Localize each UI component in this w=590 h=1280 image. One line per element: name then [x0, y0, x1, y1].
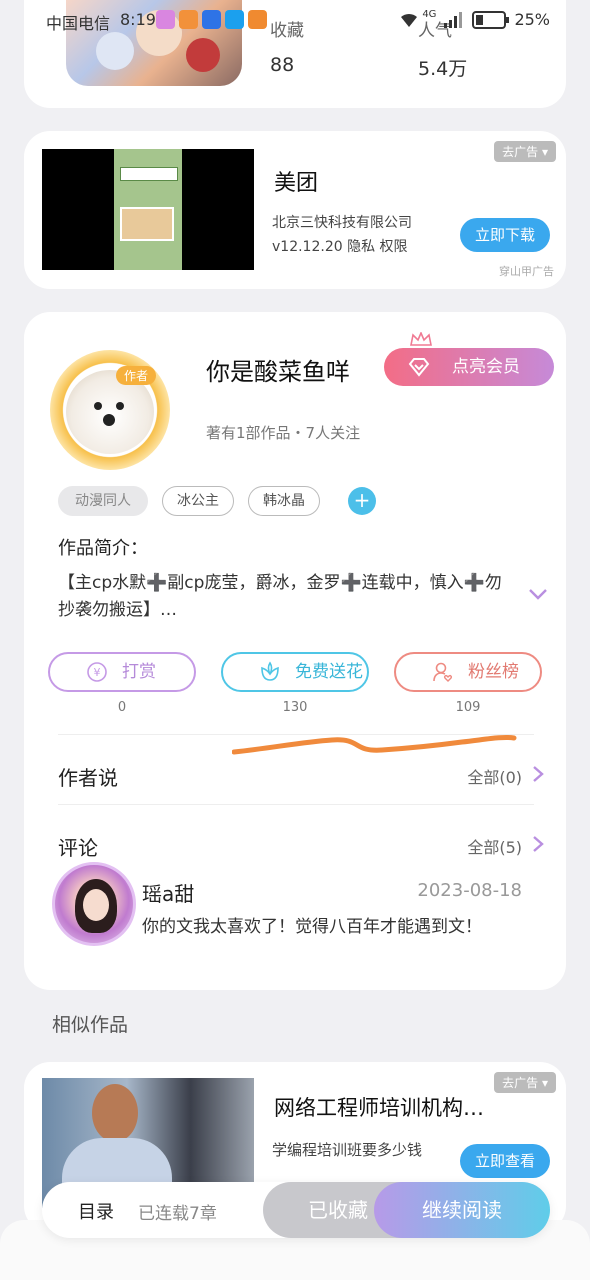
- ad-meta[interactable]: v12.12.20 隐私 权限: [272, 237, 408, 257]
- fan-ranking-button[interactable]: 粉丝榜: [394, 652, 542, 692]
- search-app-icon: [225, 10, 244, 29]
- divider: [58, 804, 534, 805]
- commenter-name[interactable]: 瑶a甜: [142, 878, 194, 907]
- ad-subtitle: 学编程培训班要多少钱: [272, 1141, 423, 1159]
- chapter-count: 已连载7章: [138, 1204, 217, 1224]
- ad-title: 美团: [274, 171, 319, 196]
- ad-title: 网络工程师培训机构…: [274, 1096, 484, 1120]
- similar-works-title: 相似作品: [52, 1014, 129, 1036]
- chevron-right-icon[interactable]: [532, 765, 544, 783]
- vip-button-label: 点亮会员: [452, 357, 520, 377]
- toc-button[interactable]: 目录: [78, 1198, 114, 1224]
- play-app-icon: [248, 10, 267, 29]
- intro-text[interactable]: 【主cp水默➕副cp庞莹，爵冰，金罗➕连载中，慎入➕勿抄袭勿搬运】…: [58, 570, 508, 624]
- comments-all-link[interactable]: 全部(5): [467, 834, 522, 858]
- author-avatar[interactable]: 作者: [50, 350, 170, 470]
- download-button[interactable]: 立即下载: [460, 218, 550, 252]
- author-says-title: 作者说: [58, 766, 118, 790]
- comments-title: 评论: [58, 836, 98, 860]
- author-meta: 著有1部作品・7人关注: [206, 424, 361, 442]
- user-heart-icon: [433, 662, 453, 682]
- tag-item[interactable]: 韩冰晶: [248, 486, 320, 516]
- network-type: 4G: [422, 9, 437, 20]
- ad-source-label: 穿山甲广告: [499, 265, 554, 278]
- send-flower-button[interactable]: 免费送花: [221, 652, 369, 692]
- remove-ad-button[interactable]: 去广告 ▾: [494, 141, 556, 162]
- ad-card[interactable]: 去广告 ▾ 美团 北京三快科技有限公司 v12.12.20 隐私 权限 立即下载…: [24, 131, 566, 289]
- vip-button[interactable]: 点亮会员: [384, 348, 554, 386]
- clock: 8:19: [120, 10, 156, 29]
- status-right: 4G 25%: [398, 9, 550, 29]
- reward-label: 打赏: [122, 662, 156, 682]
- app-notification-icon: [202, 10, 221, 29]
- author-says-all-link[interactable]: 全部(0): [467, 764, 522, 788]
- coin-icon: ¥: [87, 662, 107, 682]
- fan-ranking-label: 粉丝榜: [468, 662, 519, 682]
- author-name: 你是酸菜鱼咩: [206, 358, 350, 386]
- tag-item[interactable]: 动漫同人: [58, 486, 148, 516]
- status-bar: 中国电信 8:19 4G 25%: [0, 0, 590, 44]
- tag-list: 动漫同人 冰公主 韩冰晶 +: [58, 486, 376, 516]
- ad-company: 北京三快科技有限公司: [272, 215, 412, 231]
- author-badge: 作者: [116, 366, 157, 385]
- author-card: 作者 你是酸菜鱼咩 著有1部作品・7人关注 点亮会员 动漫同人 冰公主 韩冰晶 …: [24, 312, 566, 990]
- continue-reading-button[interactable]: 继续阅读: [374, 1182, 550, 1238]
- flower-count: 130: [282, 700, 308, 715]
- diamond-icon: [408, 358, 430, 377]
- comment-text[interactable]: 你的文我太喜欢了！觉得八百年才能遇到文！: [142, 914, 502, 940]
- signal-icon: [444, 11, 463, 28]
- reward-button[interactable]: ¥ 打赏: [48, 652, 196, 692]
- crown-icon: [410, 332, 432, 346]
- add-tag-button[interactable]: +: [348, 487, 376, 515]
- intro-label: 作品简介：: [58, 538, 148, 559]
- comment-date: 2023-08-18: [417, 880, 522, 901]
- battery-icon: [472, 10, 510, 29]
- popularity-count: 5.4万: [418, 58, 468, 80]
- reward-count: 0: [117, 700, 127, 715]
- commenter-avatar[interactable]: [52, 862, 136, 946]
- battery-percent: 25%: [514, 10, 550, 29]
- divider: [58, 734, 534, 735]
- favorites-count: 88: [270, 54, 295, 76]
- app-notification-icon: [156, 10, 175, 29]
- fan-count: 109: [455, 700, 481, 715]
- send-flower-label: 免费送花: [295, 662, 363, 682]
- svg-text:¥: ¥: [94, 666, 101, 679]
- tag-item[interactable]: 冰公主: [162, 486, 234, 516]
- notification-icons: [156, 10, 267, 29]
- carrier-label: 中国电信: [46, 14, 111, 33]
- remove-ad-button[interactable]: 去广告 ▾: [494, 1072, 556, 1093]
- app-notification-icon: [179, 10, 198, 29]
- view-now-button[interactable]: 立即查看: [460, 1144, 550, 1178]
- chevron-right-icon[interactable]: [532, 835, 544, 853]
- ad-video-thumbnail[interactable]: [42, 149, 254, 270]
- chevron-down-icon[interactable]: [528, 588, 548, 600]
- wifi-icon: [401, 13, 418, 27]
- flower-icon: [261, 661, 279, 681]
